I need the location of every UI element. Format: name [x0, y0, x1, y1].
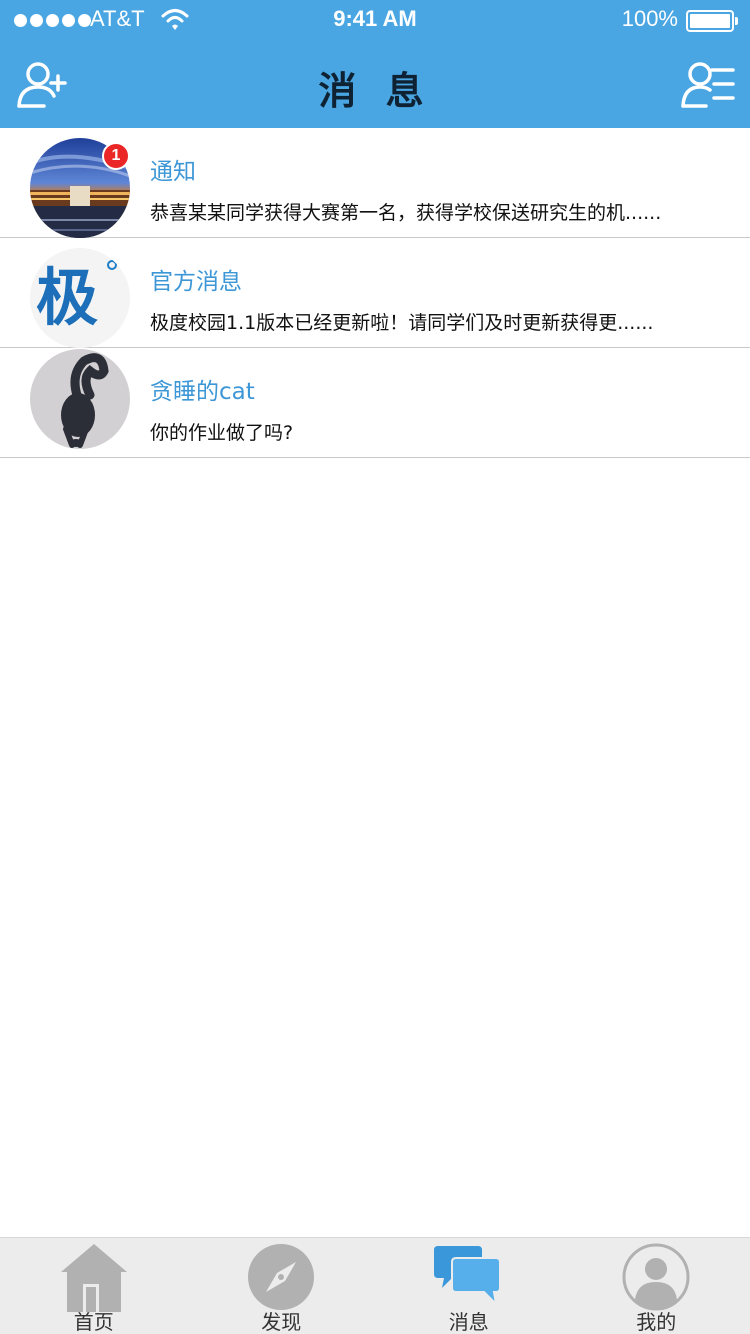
- official-logo-avatar: 极: [30, 248, 130, 348]
- unread-badge: 1: [102, 142, 130, 170]
- tab-home-label: 首页: [73, 1310, 114, 1334]
- message-title: 贪睡的cat: [150, 379, 255, 405]
- profile-icon: [622, 1243, 690, 1311]
- message-preview: 你的作业做了吗?: [150, 422, 294, 444]
- tab-profile[interactable]: 我的: [563, 1238, 750, 1334]
- logo-ji-text: 极: [36, 261, 99, 334]
- message-row-notice[interactable]: 1 通知 恭喜某某同学获得大赛第一名，获得学校保送研究生的机......: [0, 128, 750, 238]
- contacts-list-icon[interactable]: [680, 56, 736, 112]
- tab-discover[interactable]: 发现: [188, 1238, 376, 1334]
- tab-profile-label: 我的: [636, 1310, 677, 1334]
- message-title: 官方消息: [150, 269, 242, 295]
- page-title: 消 息: [318, 69, 432, 113]
- cat-avatar: [30, 349, 130, 449]
- message-preview: 极度校园1.1版本已经更新啦！请同学们及时更新获得更......: [150, 312, 654, 334]
- tab-discover-label: 发现: [261, 1310, 302, 1334]
- message-list: 1 通知 恭喜某某同学获得大赛第一名，获得学校保送研究生的机...... 极 官…: [0, 128, 750, 458]
- tab-messages-label: 消息: [448, 1310, 489, 1334]
- top-bar: AT&T 9:41 AM 100% 消 息: [0, 0, 750, 128]
- chat-bubbles-icon: [433, 1246, 501, 1307]
- tab-bar: 首页 发现 消息 我的: [0, 1237, 750, 1334]
- tab-home[interactable]: 首页: [0, 1238, 188, 1334]
- battery-percentage: 100%: [621, 6, 678, 31]
- message-preview: 恭喜某某同学获得大赛第一名，获得学校保送研究生的机......: [150, 202, 662, 224]
- battery-icon: [686, 10, 738, 32]
- tab-messages[interactable]: 消息: [375, 1238, 563, 1334]
- status-bar: AT&T 9:41 AM 100%: [0, 0, 750, 40]
- compass-icon: [248, 1244, 315, 1310]
- message-row-official[interactable]: 极 官方消息 极度校园1.1版本已经更新啦！请同学们及时更新获得更......: [0, 238, 750, 348]
- message-title: 通知: [150, 159, 196, 185]
- home-icon: [60, 1244, 127, 1312]
- message-row-cat[interactable]: 贪睡的cat 你的作业做了吗?: [0, 348, 750, 458]
